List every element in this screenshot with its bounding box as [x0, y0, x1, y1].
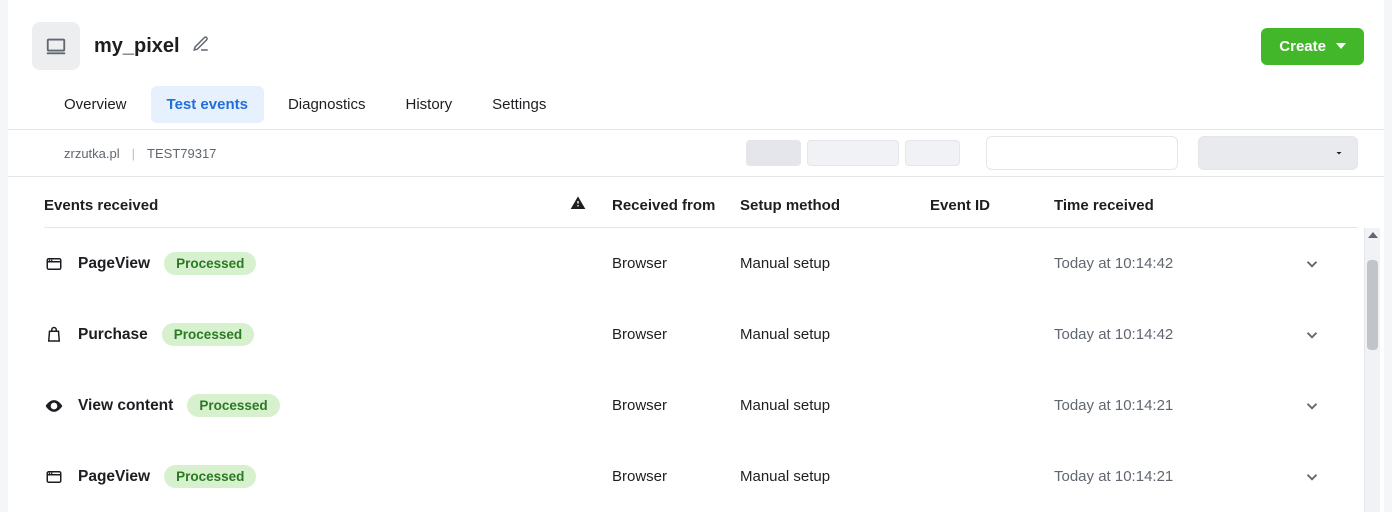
time-received: Today at 10:14:21: [1054, 468, 1282, 485]
setup-method: Manual setup: [740, 397, 930, 414]
status-badge: Processed: [162, 323, 254, 346]
expand-row-button[interactable]: [1282, 326, 1342, 344]
filter-dropdown[interactable]: [986, 136, 1178, 170]
expand-row-button[interactable]: [1282, 468, 1342, 486]
th-event-id: Event ID: [930, 197, 1054, 214]
expand-row-button[interactable]: [1282, 255, 1342, 273]
received-from: Browser: [612, 326, 740, 343]
time-received: Today at 10:14:21: [1054, 397, 1282, 414]
status-badge: Processed: [187, 394, 279, 417]
pixel-title: my_pixel: [94, 35, 180, 58]
event-name: Purchase: [78, 326, 148, 344]
edit-icon[interactable]: [192, 35, 210, 57]
setup-method: Manual setup: [740, 255, 930, 272]
breadcrumb-test-id: TEST79317: [147, 146, 216, 161]
breadcrumb-separator: |: [132, 146, 135, 161]
expand-row-button[interactable]: [1282, 397, 1342, 415]
status-badge: Processed: [164, 465, 256, 488]
window-icon: [44, 468, 64, 486]
th-time-received: Time received: [1054, 197, 1282, 214]
create-button[interactable]: Create: [1261, 28, 1364, 65]
event-name: View content: [78, 397, 173, 415]
bag-icon: [44, 326, 64, 344]
table-row[interactable]: View content Processed BrowserManual setup…: [44, 370, 1358, 441]
status-badge: Processed: [164, 252, 256, 275]
segment-control[interactable]: [746, 140, 801, 166]
time-received: Today at 10:14:42: [1054, 255, 1282, 272]
setup-method: Manual setup: [740, 326, 930, 343]
received-from: Browser: [612, 397, 740, 414]
action-dropdown[interactable]: [1198, 136, 1358, 170]
tab-test-events[interactable]: Test events: [151, 86, 264, 123]
received-from: Browser: [612, 255, 740, 272]
event-name: PageView: [78, 255, 150, 273]
create-button-label: Create: [1279, 38, 1326, 55]
table-row[interactable]: PageView Processed BrowserManual setup Toda…: [44, 228, 1358, 299]
breadcrumb-domain: zrzutka.pl: [64, 146, 120, 161]
tab-overview[interactable]: Overview: [48, 86, 143, 123]
setup-method: Manual setup: [740, 468, 930, 485]
tab-bar: Overview Test events Diagnostics History…: [8, 80, 1384, 123]
th-events: Events received: [44, 197, 544, 214]
scroll-thumb[interactable]: [1367, 260, 1378, 350]
scroll-up-icon[interactable]: [1365, 228, 1380, 242]
time-received: Today at 10:14:42: [1054, 326, 1282, 343]
tab-diagnostics[interactable]: Diagnostics: [272, 86, 382, 123]
segment-control[interactable]: [905, 140, 960, 166]
laptop-icon: [32, 22, 80, 70]
tab-settings[interactable]: Settings: [476, 86, 562, 123]
warning-icon: [544, 195, 612, 215]
caret-down-icon: [1336, 43, 1346, 49]
eye-icon: [44, 396, 64, 416]
scrollbar[interactable]: [1364, 228, 1380, 512]
th-received-from: Received from: [612, 197, 740, 214]
window-icon: [44, 255, 64, 273]
segment-control[interactable]: [807, 140, 899, 166]
table-row[interactable]: PageView Processed BrowserManual setup Toda…: [44, 441, 1358, 512]
event-name: PageView: [78, 468, 150, 486]
th-setup-method: Setup method: [740, 197, 930, 214]
table-row[interactable]: Purchase Processed BrowserManual setup Toda…: [44, 299, 1358, 370]
tab-history[interactable]: History: [390, 86, 469, 123]
table-header: Events received Received from Setup meth…: [44, 177, 1358, 228]
received-from: Browser: [612, 468, 740, 485]
